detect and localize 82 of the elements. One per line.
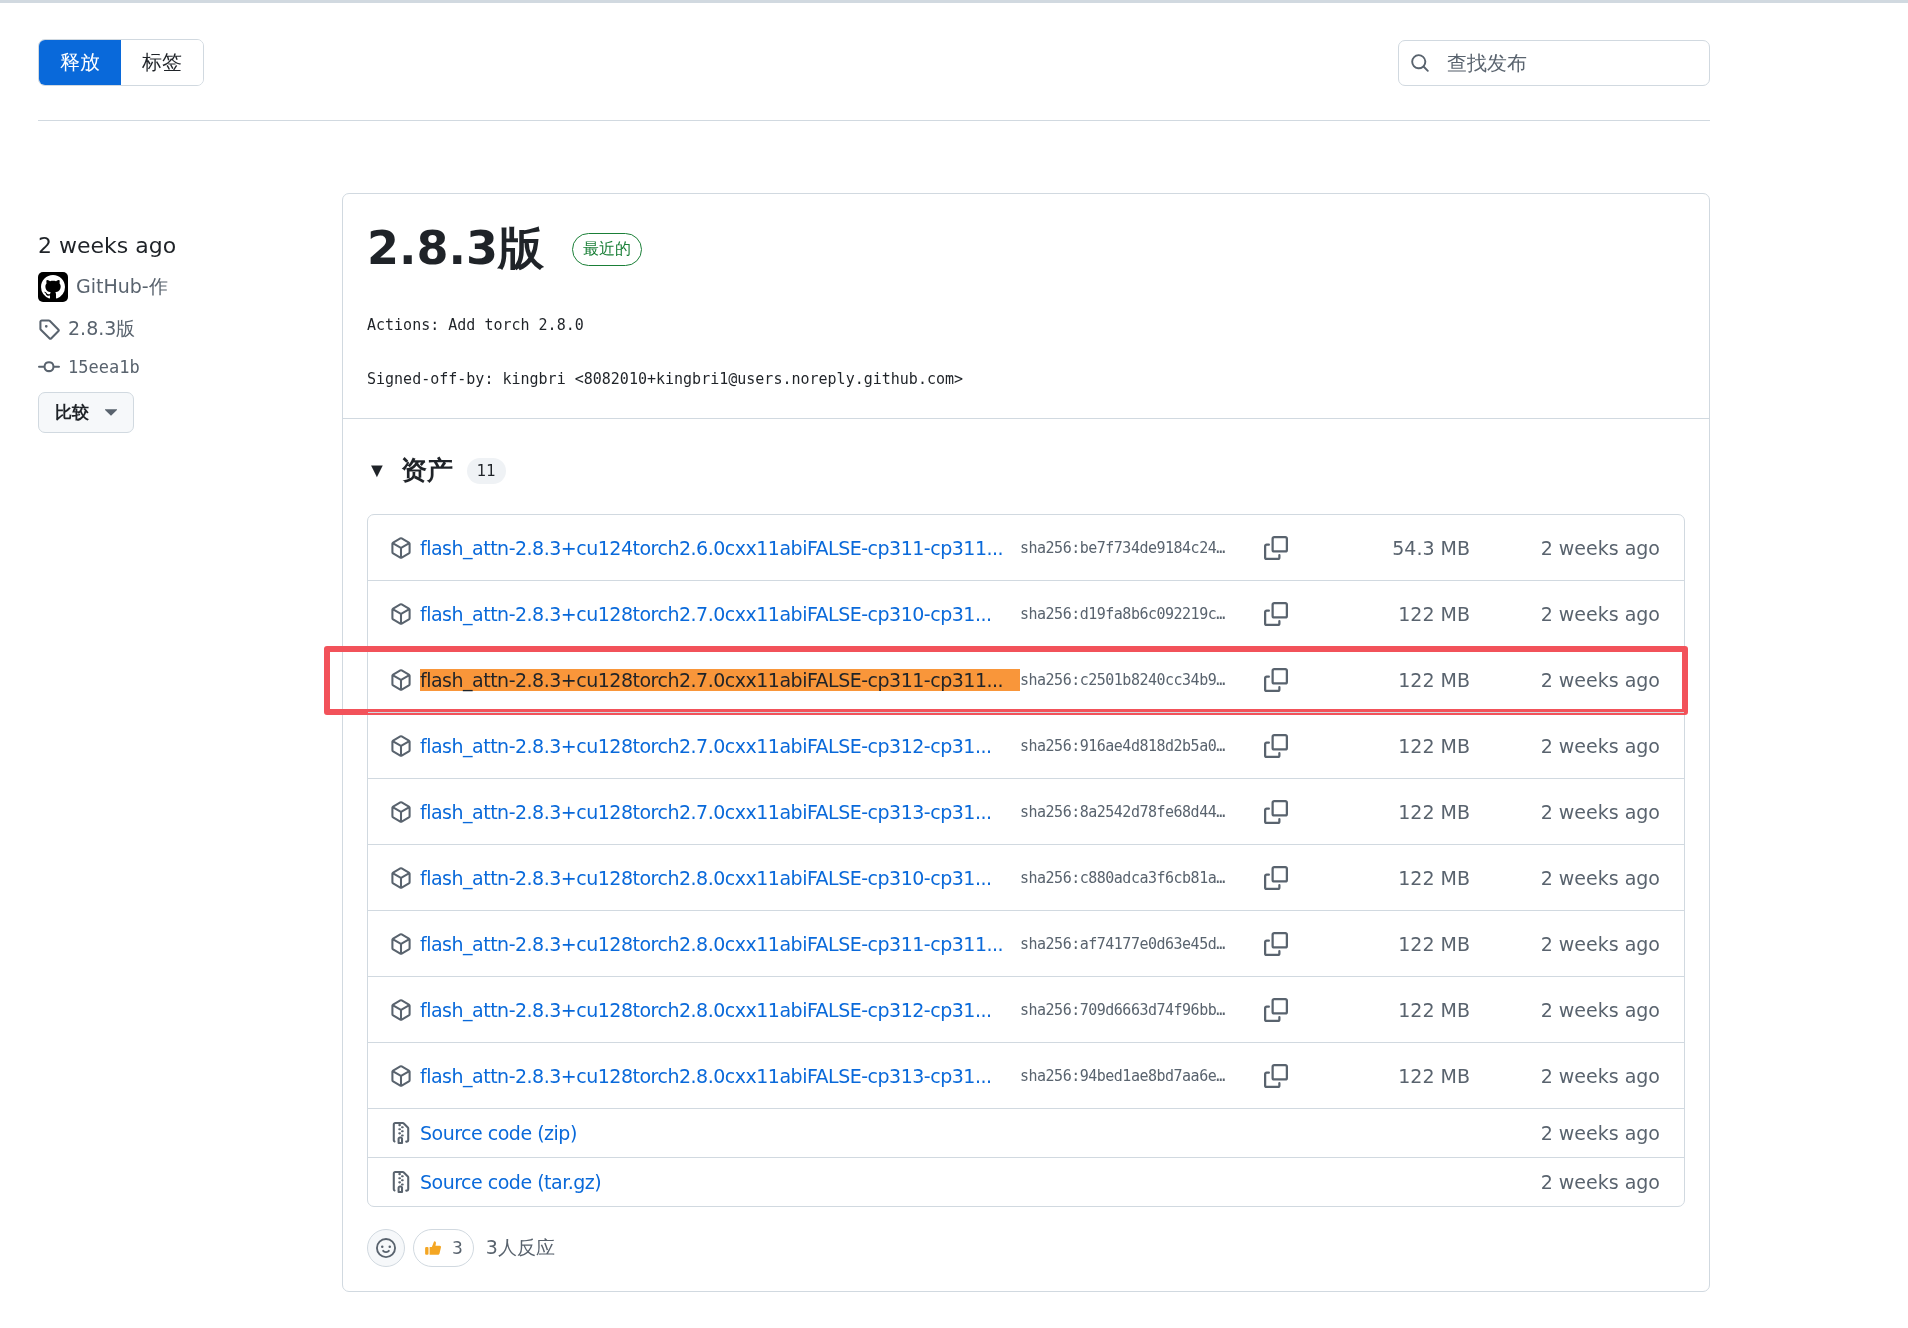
file-zip-icon	[390, 1171, 412, 1193]
asset-link[interactable]: flash_attn-2.8.3+cu128torch2.7.0cxx11abiFALSE-cp311-cp311...	[420, 668, 1020, 691]
avatar-icon	[38, 272, 68, 302]
copy-icon[interactable]	[1264, 667, 1288, 692]
copy-icon[interactable]	[1264, 733, 1288, 758]
copy-icon[interactable]	[1264, 535, 1288, 560]
package-icon	[390, 602, 412, 625]
asset-link[interactable]: flash_attn-2.8.3+cu128torch2.8.0cxx11abiFALSE-cp310-cp31...	[420, 866, 1020, 889]
assets-heading: 资产	[400, 454, 453, 487]
file-zip-icon	[390, 1122, 412, 1144]
asset-link[interactable]: flash_attn-2.8.3+cu128torch2.7.0cxx11abiFALSE-cp312-cp31...	[420, 734, 1020, 757]
asset-size: 122 MB	[1397, 998, 1470, 1021]
asset-time: 2 weeks ago	[1539, 1064, 1660, 1087]
asset-link[interactable]: flash_attn-2.8.3+cu128torch2.8.0cxx11abiFALSE-cp311-cp311...	[420, 932, 1020, 955]
asset-link[interactable]: flash_attn-2.8.3+cu128torch2.8.0cxx11abiFALSE-cp313-cp31...	[420, 1064, 1020, 1087]
expand-toggle[interactable]: ▼	[367, 459, 387, 482]
search-icon	[1410, 52, 1430, 73]
package-icon	[390, 668, 412, 691]
package-icon	[390, 800, 412, 823]
asset-time: 2 weeks ago	[1539, 932, 1660, 955]
asset-size: 122 MB	[1397, 932, 1470, 955]
asset-link[interactable]: flash_attn-2.8.3+cu128torch2.8.0cxx11abiFALSE-cp312-cp31...	[420, 998, 1020, 1021]
asset-size: 122 MB	[1397, 734, 1470, 757]
asset-time: 2 weeks ago	[1539, 536, 1660, 559]
copy-icon[interactable]	[1264, 601, 1288, 626]
asset-size: 122 MB	[1397, 668, 1470, 691]
tag-link[interactable]: 2.8.3版	[68, 316, 136, 342]
caret-icon	[105, 409, 117, 416]
smiley-icon	[376, 1238, 396, 1258]
asset-hash: sha256:af74177e0d63e45d…	[1020, 934, 1226, 953]
asset-hash: sha256:709d6663d74f96bb…	[1020, 1000, 1226, 1019]
asset-size: 122 MB	[1397, 866, 1470, 889]
search-field[interactable]: 查找发布	[1398, 39, 1710, 86]
asset-hash: sha256:916ae4d818d2b5a0…	[1020, 736, 1226, 755]
release-title: 2.8.3版	[367, 220, 544, 277]
copy-icon[interactable]	[1264, 799, 1288, 824]
release-date: 2 weeks ago	[38, 233, 178, 258]
asset-size: 122 MB	[1397, 1064, 1470, 1087]
compare-button[interactable]: 比较	[38, 392, 134, 433]
asset-size: 122 MB	[1397, 800, 1470, 823]
source-code-link[interactable]: Source code (tar.gz)	[420, 1171, 602, 1193]
reactions-summary: 3人反应	[485, 1235, 555, 1260]
release-note: Signed-off-by: kingbri <8082010+kingbri1@users.noreply.github.com>	[367, 370, 965, 388]
thumbs-up-reaction-button[interactable]: 3	[413, 1229, 474, 1267]
asset-time: 2 weeks ago	[1539, 998, 1660, 1021]
asset-size: 54.3 MB	[1391, 536, 1470, 559]
asset-link[interactable]: flash_attn-2.8.3+cu124torch2.6.0cxx11abiFALSE-cp311-cp311...	[420, 536, 1020, 559]
copy-icon[interactable]	[1264, 1063, 1288, 1088]
asset-hash: sha256:94bed1ae8bd7aa6e…	[1020, 1066, 1226, 1085]
asset-time: 2 weeks ago	[1539, 1171, 1660, 1193]
asset-time: 2 weeks ago	[1539, 1122, 1660, 1144]
asset-time: 2 weeks ago	[1539, 734, 1660, 757]
source-code-link[interactable]: Source code (zip)	[420, 1122, 577, 1144]
asset-hash: sha256:8a2542d78fe68d44…	[1020, 802, 1226, 821]
asset-time: 2 weeks ago	[1539, 800, 1660, 823]
package-icon	[390, 536, 412, 559]
package-icon	[390, 866, 412, 889]
asset-link[interactable]: flash_attn-2.8.3+cu128torch2.7.0cxx11abiFALSE-cp313-cp31...	[420, 800, 1020, 823]
asset-size: 122 MB	[1397, 602, 1470, 625]
author-link[interactable]: GitHub-作	[76, 274, 168, 300]
package-icon	[390, 734, 412, 757]
copy-icon[interactable]	[1264, 865, 1288, 890]
asset-link[interactable]: flash_attn-2.8.3+cu128torch2.7.0cxx11abiFALSE-cp310-cp31...	[420, 602, 1020, 625]
package-icon	[390, 932, 412, 955]
asset-hash: sha256:be7f734de9184c24…	[1020, 538, 1226, 557]
assets-count: 11	[466, 457, 506, 484]
package-icon	[390, 998, 412, 1021]
package-icon	[390, 1064, 412, 1087]
asset-hash: sha256:c2501b8240cc34b9…	[1020, 670, 1226, 689]
tag-icon	[38, 318, 60, 340]
asset-time: 2 weeks ago	[1539, 668, 1660, 691]
copy-icon[interactable]	[1264, 931, 1288, 956]
add-reaction-button[interactable]	[367, 1229, 405, 1267]
asset-time: 2 weeks ago	[1539, 602, 1660, 625]
asset-time: 2 weeks ago	[1539, 866, 1660, 889]
asset-hash: sha256:c880adca3f6cb81a…	[1020, 868, 1226, 887]
tab[interactable]: 释放	[39, 40, 121, 85]
commit-link[interactable]: 15eea1b	[68, 357, 140, 377]
copy-icon[interactable]	[1264, 997, 1288, 1022]
asset-hash: sha256:d19fa8b6c092219c…	[1020, 604, 1226, 623]
thumbs-up-icon	[424, 1239, 442, 1257]
release-note: Actions: Add torch 2.8.0	[367, 316, 585, 334]
